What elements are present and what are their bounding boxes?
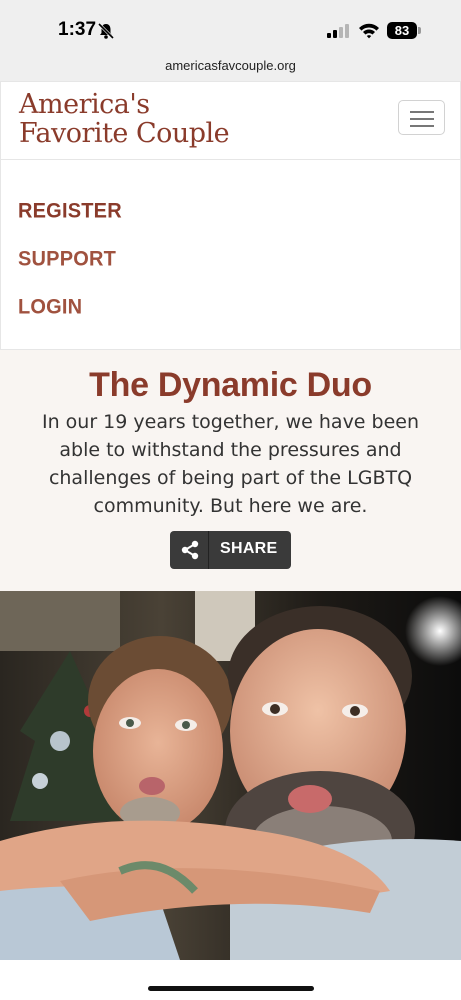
share-label: SHARE xyxy=(220,540,278,557)
menu-bar xyxy=(410,125,434,127)
url-bar[interactable]: americasfavcouple.org xyxy=(0,58,461,73)
share-icon-box xyxy=(170,531,209,569)
bell-slash-icon xyxy=(97,22,115,40)
home-indicator[interactable] xyxy=(148,986,314,991)
hero-section: The Dynamic Duo In our 19 years together… xyxy=(0,350,461,591)
browser-chrome: 1:37 83 americasfavcouple.org xyxy=(0,0,461,81)
battery-nub xyxy=(418,27,421,34)
signal-icon xyxy=(327,24,349,38)
nav-support-link[interactable]: SUPPORT xyxy=(18,247,116,272)
menu-bar xyxy=(410,118,434,120)
main-nav: REGISTER SUPPORT LOGIN xyxy=(0,160,461,350)
hero-description: In our 19 years together, we have been a… xyxy=(41,411,420,517)
site-logo[interactable]: America's Favorite Couple xyxy=(19,89,230,149)
menu-bar xyxy=(410,111,434,113)
site-header: America's Favorite Couple xyxy=(0,81,461,160)
share-button[interactable]: SHARE xyxy=(170,531,291,569)
couple-photo xyxy=(0,591,461,960)
bottom-bar xyxy=(0,960,461,1000)
logo-line-1: America's xyxy=(19,89,150,120)
hamburger-menu-icon[interactable] xyxy=(398,100,445,135)
wifi-icon xyxy=(359,23,379,39)
share-icon xyxy=(181,540,199,560)
nav-register-link[interactable]: REGISTER xyxy=(18,199,122,224)
couple-photo-illustration xyxy=(0,591,461,960)
nav-login-link[interactable]: LOGIN xyxy=(18,295,82,320)
status-time: 1:37 xyxy=(58,19,97,40)
logo-line-2: Favorite Couple xyxy=(19,118,230,149)
hero-title: The Dynamic Duo xyxy=(89,366,372,404)
battery-icon: 83 xyxy=(387,22,417,39)
